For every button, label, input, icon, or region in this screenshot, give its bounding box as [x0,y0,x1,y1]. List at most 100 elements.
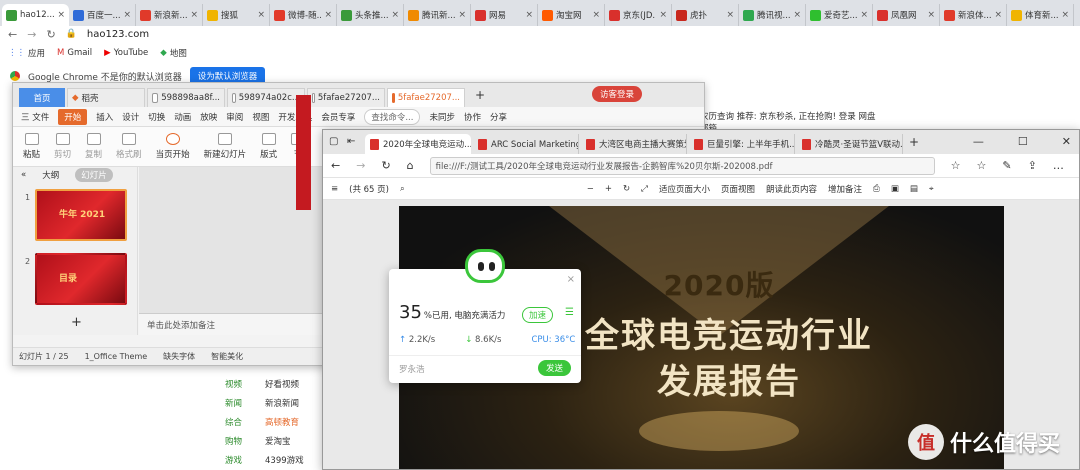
chrome-tab[interactable]: 头条推... × [337,4,404,26]
wps-tab-doc[interactable]: 598898aa8f... [147,88,225,107]
tab-outline[interactable]: 大纲 [42,169,59,181]
back-icon[interactable]: ← [8,28,17,41]
close-icon[interactable]: × [860,10,868,20]
favorites-icon[interactable]: ☆ [977,159,987,172]
maximize-icon[interactable]: ☐ [1018,135,1028,148]
pin-icon[interactable]: ⌖ [929,184,934,194]
tab-slides[interactable]: 幻灯片 [75,168,113,182]
guest-login-button[interactable]: 访客登录 [592,86,643,102]
close-icon[interactable]: × [1061,10,1069,20]
close-icon[interactable]: × [793,10,801,20]
search-icon[interactable]: ⌕ [400,184,405,194]
menu-start[interactable]: 开始 [58,108,88,125]
bookmark-apps[interactable]: ⋮⋮ 应用 [8,47,45,59]
close-icon[interactable]: × [726,10,734,20]
edge-tab[interactable]: 大湾区电商主播大赛策划... [581,134,687,154]
edge-tab[interactable]: 冷酷灵·圣诞节篮V联动... [797,134,903,154]
list-item[interactable]: 游戏 4399游戏 [225,452,325,470]
tab-actions-icon[interactable]: ▢ [329,136,338,147]
edge-tab-active[interactable]: 2020年全球电竞运动... [365,134,471,154]
wps-tab-docer[interactable]: ◆ 稻壳 [67,88,145,107]
edge-tab[interactable]: ARC Social Marketing 新... [473,134,579,154]
close-icon[interactable]: × [324,10,332,20]
close-icon[interactable]: × [525,10,533,20]
chrome-tab[interactable]: 体育新... × [1007,4,1074,26]
menu-slideshow[interactable]: 放映 [200,111,217,123]
sync-status[interactable]: 未同步 [429,111,455,123]
forward-icon[interactable]: → [356,159,365,172]
notes-area[interactable]: 单击此处添加备注 [139,313,324,335]
chrome-tab[interactable]: 新浪新... × [136,4,203,26]
missing-fonts-button[interactable]: 缺失字体 [163,351,195,362]
format-painter-button[interactable]: 格式刷 [116,133,142,160]
chrome-tab[interactable]: 京东(JD...× [605,4,672,26]
rotate-icon[interactable]: ↻ [623,184,630,194]
wps-tab-doc[interactable]: 5fafae27207... [307,88,385,107]
chrome-tab[interactable]: hao12... × [2,4,69,26]
chrome-tab[interactable]: 网易 × [471,4,538,26]
collaborate-button[interactable]: 协作 [464,111,481,123]
layout-button[interactable]: 版式 [260,133,277,160]
chrome-tab[interactable]: 淘宝网 × [538,4,605,26]
play-from-current-button[interactable]: 当页开始 [156,133,190,160]
fit-icon[interactable]: ⤢ [641,184,648,194]
menu-member[interactable]: 会员专享 [321,111,355,123]
add-notes-button[interactable]: 增加备注 [828,183,862,195]
menu-review[interactable]: 审阅 [226,111,243,123]
tab-back-icon[interactable]: ⇤ [347,136,355,147]
url-input[interactable]: file:///F:/测试工具/2020年全球电竞运动行业发展报告-企鹅智库%2… [429,156,935,175]
chrome-tab[interactable]: 爱奇艺... × [806,4,873,26]
edge-tab[interactable]: 巨量引擎: 上半年手机... [689,134,795,154]
menu-view[interactable]: 视图 [252,111,269,123]
bookmark-maps[interactable]: ◆ 地图 [160,47,187,59]
more-icon[interactable]: … [1053,159,1064,172]
save-icon[interactable]: ▣ [891,184,899,194]
contents-icon[interactable]: ≡ [331,184,338,194]
close-icon[interactable]: ✕ [1062,135,1071,148]
list-icon[interactable]: ☰ [565,307,574,318]
new-tab-icon[interactable]: + [475,88,485,102]
menu-design[interactable]: 设计 [122,111,139,123]
cut-button[interactable]: 剪切 [54,133,71,160]
minimize-icon[interactable]: — [973,135,984,148]
list-item[interactable]: 视频 好看视频 [225,376,325,395]
close-icon[interactable]: × [190,10,198,20]
list-item[interactable]: 综合 高顿教育 [225,414,325,433]
hao123-links-line[interactable]: 农历查询 推荐: 京东秒杀, 正在抢购! 登录 网盘 [700,110,1080,122]
menu-transition[interactable]: 切换 [148,111,165,123]
close-icon[interactable]: × [592,10,600,20]
menu-animation[interactable]: 动画 [174,111,191,123]
chrome-tab[interactable]: 腾讯视... × [739,4,806,26]
share-icon[interactable]: ⇪ [1028,159,1037,172]
chrome-tab[interactable]: 百度一... × [69,4,136,26]
bookmark-youtube[interactable]: ▶ YouTube [104,48,148,58]
print-icon[interactable]: ⎙ [873,184,880,194]
add-slide-icon[interactable]: + [71,315,82,330]
list-item[interactable]: 购物 爱淘宝 [225,433,325,452]
slide-thumbnail[interactable]: 目录 [35,253,127,305]
chrome-tab[interactable]: 虎扑 × [672,4,739,26]
copy-button[interactable]: 复制 [85,133,102,160]
menu-file[interactable]: 三 文件 [21,111,49,123]
chrome-tab[interactable]: 新浪体... × [940,4,1007,26]
close-icon[interactable]: × [659,10,667,20]
chrome-tab[interactable]: 凤凰网 × [873,4,940,26]
close-icon[interactable]: × [458,10,466,20]
close-icon[interactable]: × [567,274,575,285]
chrome-tab[interactable]: 搜狐 × [203,4,270,26]
pen-icon[interactable]: ✎ [1002,159,1011,172]
save-as-icon[interactable]: ▤ [910,184,918,194]
wps-tab-doc[interactable]: 598974a02c... [227,88,305,107]
paste-button[interactable]: 粘贴 [23,133,40,160]
close-icon[interactable]: × [57,10,65,20]
slide-thumbnail[interactable]: 牛年 2021 [35,189,127,241]
chrome-address-bar[interactable]: ← → ↻ 🔒 hao123.com [0,26,1080,42]
close-icon[interactable]: × [927,10,935,20]
chrome-tab[interactable]: 微博-随... × [270,4,337,26]
menu-insert[interactable]: 插入 [96,111,113,123]
accelerate-button[interactable]: 加速 [522,307,554,323]
share-button[interactable]: 分享 [490,111,507,123]
reload-icon[interactable]: ↻ [381,159,390,172]
new-tab-icon[interactable]: + [909,135,919,149]
home-icon[interactable]: ⌂ [407,159,414,172]
